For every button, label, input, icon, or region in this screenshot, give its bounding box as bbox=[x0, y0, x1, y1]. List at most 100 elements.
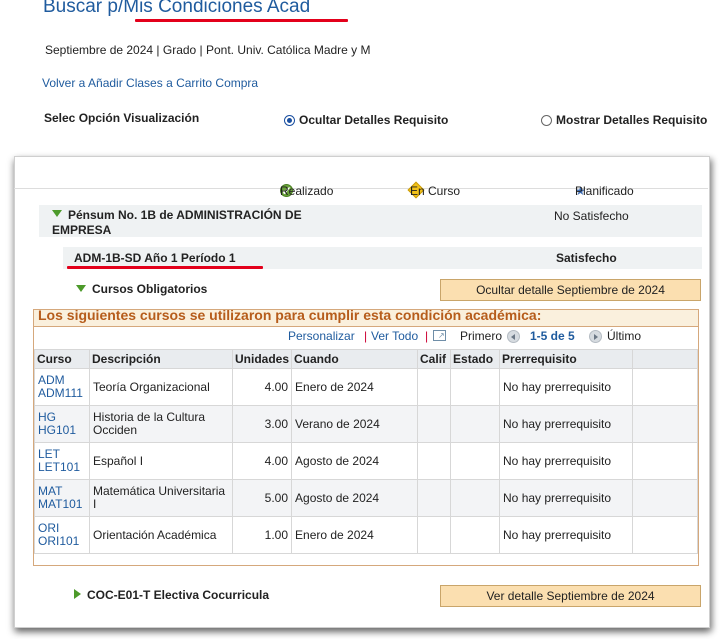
radio-empty-icon[interactable] bbox=[541, 115, 552, 126]
elective-title[interactable]: COC-E01-T Electiva Cocurricula bbox=[74, 588, 269, 602]
triangle-down-icon[interactable] bbox=[76, 285, 86, 292]
back-to-cart-link[interactable]: Volver a Añadir Clases a Carrito Compra bbox=[42, 76, 258, 90]
status-cell bbox=[450, 368, 501, 406]
prereq-cell: No hay prerrequisito bbox=[499, 479, 634, 517]
course-code[interactable]: MAT101 bbox=[38, 497, 82, 511]
grade-cell bbox=[417, 368, 452, 406]
units-cell: 1.00 bbox=[231, 516, 293, 554]
subrequirement-title: ADM-1B-SD Año 1 Período 1 bbox=[74, 251, 236, 265]
hide-details-label: Ocultar Detalles Requisito bbox=[299, 113, 449, 127]
units-cell: 4.00 bbox=[231, 442, 293, 480]
prereq-cell: No hay prerrequisito bbox=[499, 516, 634, 554]
course-cell[interactable]: HG HG101 bbox=[34, 405, 90, 443]
prereq-cell: No hay prerrequisito bbox=[499, 405, 634, 443]
grade-cell bbox=[417, 405, 452, 443]
empty-cell bbox=[632, 405, 698, 443]
view-all-icon[interactable]: ↗ bbox=[433, 330, 446, 341]
course-subject[interactable]: HG bbox=[38, 410, 56, 424]
prereq-cell: No hay prerrequisito bbox=[499, 442, 634, 480]
column-header-empty bbox=[632, 349, 698, 369]
elective-title-label: COC-E01-T Electiva Cocurricula bbox=[87, 588, 270, 602]
status-cell bbox=[450, 405, 501, 443]
column-header-status[interactable]: Estado bbox=[450, 349, 501, 369]
course-code[interactable]: ADM111 bbox=[38, 386, 83, 400]
legend-planned-label: Planificado bbox=[575, 184, 634, 198]
legend-done-label: Realizado bbox=[280, 184, 334, 198]
triangle-right-icon[interactable] bbox=[74, 589, 81, 599]
line-title[interactable]: Cursos Obligatorios bbox=[76, 282, 207, 296]
hide-detail-button[interactable]: Ocultar detalle Septiembre de 2024 bbox=[440, 279, 701, 301]
nav-separator: | bbox=[364, 329, 368, 343]
table-row: ADM ADM111 Teoría Organizacional 4.00 Ene… bbox=[34, 368, 698, 406]
empty-cell bbox=[632, 516, 698, 554]
first-link[interactable]: Primero bbox=[460, 329, 502, 343]
table-header-row: Curso Descripción Unidades Cuando Calif … bbox=[34, 349, 698, 369]
course-subject[interactable]: MAT bbox=[38, 484, 62, 498]
personalize-link[interactable]: Personalizar bbox=[288, 329, 355, 343]
view-detail-button[interactable]: Ver detalle Septiembre de 2024 bbox=[440, 585, 701, 607]
course-cell[interactable]: ORI ORI101 bbox=[34, 516, 90, 554]
column-header-prereq[interactable]: Prerrequisito bbox=[499, 349, 634, 369]
requirement-title-label: Pénsum No. 1B de ADMINISTRACIÓN DE EMPRE… bbox=[52, 208, 302, 237]
units-cell: 4.00 bbox=[231, 368, 293, 406]
highlight-underline-title bbox=[135, 19, 348, 22]
prev-arrow-icon[interactable] bbox=[507, 330, 520, 343]
empty-cell bbox=[632, 442, 698, 480]
when-cell: Enero de 2024 bbox=[291, 516, 419, 554]
when-cell: Agosto de 2024 bbox=[291, 479, 419, 517]
column-header-when[interactable]: Cuando bbox=[291, 349, 419, 369]
status-cell bbox=[450, 516, 501, 554]
legend: ✔ Realizado En Curso ★ Planificado bbox=[14, 156, 708, 199]
radio-selected-icon[interactable] bbox=[284, 115, 295, 126]
column-header-course[interactable]: Curso bbox=[34, 349, 90, 369]
condition-text: Los siguientes cursos se utilizaron para… bbox=[38, 307, 542, 323]
table-row: ORI ORI101 Orientación Académica 1.00 Ene… bbox=[34, 516, 698, 554]
view-all-link[interactable]: Ver Todo bbox=[371, 329, 418, 343]
column-header-description[interactable]: Descripción bbox=[89, 349, 233, 369]
column-header-grade[interactable]: Calif bbox=[417, 349, 452, 369]
next-arrow-icon[interactable] bbox=[589, 330, 602, 343]
course-subject[interactable]: ORI bbox=[38, 521, 59, 535]
grade-cell bbox=[417, 442, 452, 480]
courses-table: Curso Descripción Unidades Cuando Calif … bbox=[34, 349, 698, 554]
triangle-down-icon[interactable] bbox=[52, 210, 62, 217]
column-header-units[interactable]: Unidades bbox=[231, 349, 293, 369]
course-cell[interactable]: ADM ADM111 bbox=[34, 368, 90, 406]
line-title-label: Cursos Obligatorios bbox=[92, 282, 208, 296]
course-code[interactable]: ORI101 bbox=[38, 534, 79, 548]
requirement-title[interactable]: Pénsum No. 1B de ADMINISTRACIÓN DE EMPRE… bbox=[52, 208, 342, 238]
course-subject[interactable]: ADM bbox=[38, 373, 65, 387]
description-cell: Teoría Organizacional bbox=[89, 368, 233, 406]
table-row: MAT MAT101 Matemática Universitaria I 5.0… bbox=[34, 479, 698, 517]
course-cell[interactable]: LET LET101 bbox=[34, 442, 90, 480]
last-link[interactable]: Último bbox=[607, 329, 641, 343]
status-cell bbox=[450, 442, 501, 480]
show-details-label: Mostrar Detalles Requisito bbox=[556, 113, 708, 127]
prereq-cell: No hay prerrequisito bbox=[499, 368, 634, 406]
when-cell: Enero de 2024 bbox=[291, 368, 419, 406]
description-cell: Español I bbox=[89, 442, 233, 480]
legend-in-progress-label: En Curso bbox=[410, 184, 461, 198]
range-indicator: 1-5 de 5 bbox=[530, 329, 575, 343]
units-cell: 3.00 bbox=[231, 405, 293, 443]
description-cell: Orientación Académica bbox=[89, 516, 233, 554]
requirement-status: No Satisfecho bbox=[554, 209, 629, 223]
when-cell: Agosto de 2024 bbox=[291, 442, 419, 480]
show-details-radio[interactable]: Mostrar Detalles Requisito bbox=[541, 113, 707, 127]
highlight-underline-subreq bbox=[67, 266, 263, 269]
course-code[interactable]: HG101 bbox=[38, 423, 76, 437]
nav-separator: | bbox=[425, 329, 429, 343]
course-subject[interactable]: LET bbox=[38, 447, 60, 461]
term-info: Septiembre de 2024 | Grado | Pont. Univ.… bbox=[45, 43, 371, 57]
description-cell: Historia de la Cultura Occiden bbox=[89, 405, 233, 443]
grade-cell bbox=[417, 479, 452, 517]
empty-cell bbox=[632, 479, 698, 517]
course-code[interactable]: LET101 bbox=[38, 460, 80, 474]
description-cell: Matemática Universitaria I bbox=[89, 479, 233, 517]
status-cell bbox=[450, 479, 501, 517]
units-cell: 5.00 bbox=[231, 479, 293, 517]
table-row: HG HG101 Historia de la Cultura Occiden 3… bbox=[34, 405, 698, 443]
subrequirement-status: Satisfecho bbox=[556, 251, 617, 265]
course-cell[interactable]: MAT MAT101 bbox=[34, 479, 90, 517]
hide-details-radio[interactable]: Ocultar Detalles Requisito bbox=[284, 113, 448, 127]
